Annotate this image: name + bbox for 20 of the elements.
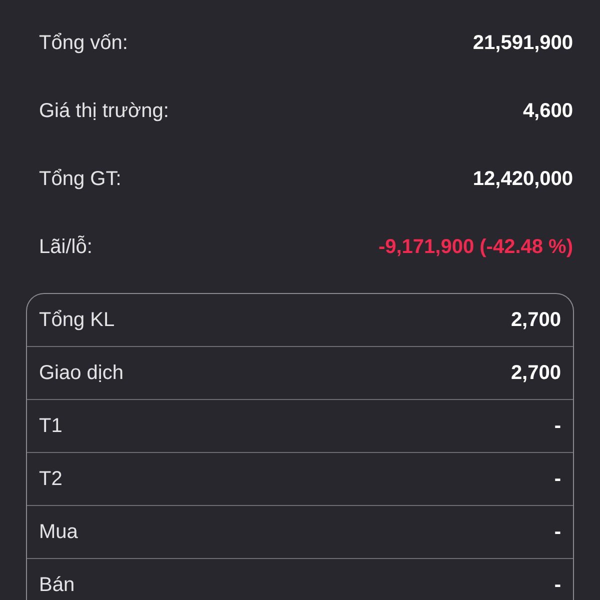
summary-label: Giá thị trường:: [39, 98, 169, 124]
summary-value: 21,591,900: [472, 30, 573, 56]
summary-label: Tổng GT:: [39, 166, 122, 192]
summary-value: 12,420,000: [472, 166, 573, 192]
row-value: 2,700: [510, 361, 561, 386]
summary-label: Tổng vốn:: [39, 30, 128, 56]
row-label: Bán: [39, 573, 75, 598]
row-label: Mua: [39, 520, 78, 545]
row-label: T2: [39, 467, 62, 492]
row-label: T1: [39, 414, 62, 439]
row-value: 2,700: [510, 308, 561, 333]
row-label: Giao dịch: [39, 361, 124, 386]
row-value: -: [554, 573, 561, 598]
row-value: -: [554, 520, 561, 545]
summary-label: Lãi/lỗ:: [39, 234, 92, 260]
row-label: Tổng KL: [39, 308, 115, 333]
row-value: -: [554, 414, 561, 439]
summary-value: 4,600: [522, 98, 573, 124]
row-value: -: [554, 467, 561, 492]
summary-value: -9,171,900 (-42.48 %): [378, 234, 573, 260]
